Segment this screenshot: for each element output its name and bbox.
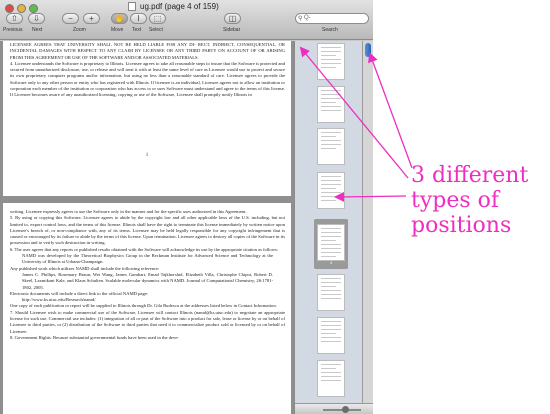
dotted-rectangle-icon: ⬚	[153, 14, 162, 23]
page-thumbnail[interactable]	[317, 128, 345, 165]
page-thumbnail[interactable]	[317, 274, 345, 311]
paragraph: James C. Phillips, Rosemary Braun, Wei W…	[22, 271, 273, 290]
previous-label: Previous	[3, 27, 23, 33]
sidebar-toggle-button[interactable]: ◫	[224, 13, 241, 24]
paragraph: LICENSEE AGREES THAT UNIVERSITY SHALL NO…	[10, 42, 285, 60]
text-label: Text	[132, 27, 142, 33]
select-label: Select	[149, 27, 163, 33]
arrow-up-icon: ⇧	[11, 14, 18, 23]
zoom-label: Zoom	[73, 27, 86, 33]
paragraph: One copy of each publication or report w…	[10, 303, 277, 309]
zoom-out-button[interactable]: −	[62, 13, 79, 24]
window-scrollbar[interactable]	[362, 41, 373, 403]
search-input[interactable]: ⚲ Q-	[295, 13, 369, 24]
pdf-page: LICENSEE AGREES THAT UNIVERSITY SHALL NO…	[3, 41, 291, 196]
window-title: ug.pdf (page 4 of 159)	[140, 2, 219, 11]
document-view[interactable]: LICENSEE AGREES THAT UNIVERSITY SHALL NO…	[0, 41, 294, 414]
plus-icon: +	[89, 14, 94, 23]
sidebar-label: Sidebar	[223, 27, 241, 33]
window-scroll-thumb[interactable]	[365, 43, 371, 57]
minimize-window-button[interactable]	[17, 4, 26, 13]
search-icon: ⚲	[298, 16, 303, 22]
select-tool-button[interactable]: ⬚	[149, 13, 166, 24]
toolbar: ug.pdf (page 4 of 159) ⇧ ⇩ Previous Next…	[0, 0, 373, 40]
page-thumbnail-selected[interactable]	[317, 224, 345, 261]
page-text: LICENSEE AGREES THAT UNIVERSITY SHALL NO…	[10, 42, 285, 99]
page-thumbnail[interactable]	[317, 172, 345, 209]
paragraph: 4. Licensee understands the Software is …	[10, 60, 285, 98]
document-icon	[128, 2, 136, 11]
move-tool-button[interactable]: ✋	[111, 13, 128, 24]
paragraph: NAMD was developed by the Theoretical Bi…	[22, 253, 273, 265]
zoom-window-button[interactable]	[29, 4, 38, 13]
search-label: Search	[322, 27, 338, 33]
thumbnail-page-number: 4	[329, 260, 333, 265]
arrow-down-icon: ⇩	[33, 14, 40, 23]
next-label: Next	[32, 27, 43, 33]
hand-icon: ✋	[114, 14, 125, 23]
zoom-in-button[interactable]: +	[83, 13, 100, 24]
page-thumbnail[interactable]	[317, 360, 345, 397]
minus-icon: −	[68, 14, 73, 23]
thumbnail-size-bar	[295, 403, 373, 414]
next-page-button[interactable]: ⇩	[28, 13, 45, 24]
preview-window: ug.pdf (page 4 of 159) ⇧ ⇩ Previous Next…	[0, 0, 373, 414]
page-number: 1	[145, 153, 149, 158]
paragraph: 5. By using or copying this Software, Li…	[10, 215, 285, 246]
page-thumbnail[interactable]	[317, 317, 345, 354]
search-placeholder: Q-	[304, 15, 311, 21]
page-thumbnail[interactable]	[317, 43, 345, 80]
previous-page-button[interactable]: ⇧	[6, 13, 23, 24]
page-text: writing. Licensee expressly agrees to us…	[10, 209, 285, 341]
text-cursor-icon: I	[137, 14, 140, 23]
paragraph: 7. Should Licensee wish to make commerci…	[10, 309, 285, 334]
thumbnail-size-knob[interactable]	[342, 406, 349, 413]
annotation-label: 3 different types of positions	[411, 163, 529, 238]
move-label: Move	[111, 27, 124, 33]
sidebar-icon: ◫	[228, 14, 237, 23]
text-tool-button[interactable]: I	[130, 13, 147, 24]
pdf-page: writing. Licensee expressly agrees to us…	[3, 203, 291, 414]
arrow-to-window-scrollbar	[368, 52, 413, 169]
close-window-button[interactable]	[5, 4, 14, 13]
paragraph: 8. Government Rights. Because substantia…	[10, 334, 179, 340]
page-thumbnail[interactable]	[317, 86, 345, 123]
